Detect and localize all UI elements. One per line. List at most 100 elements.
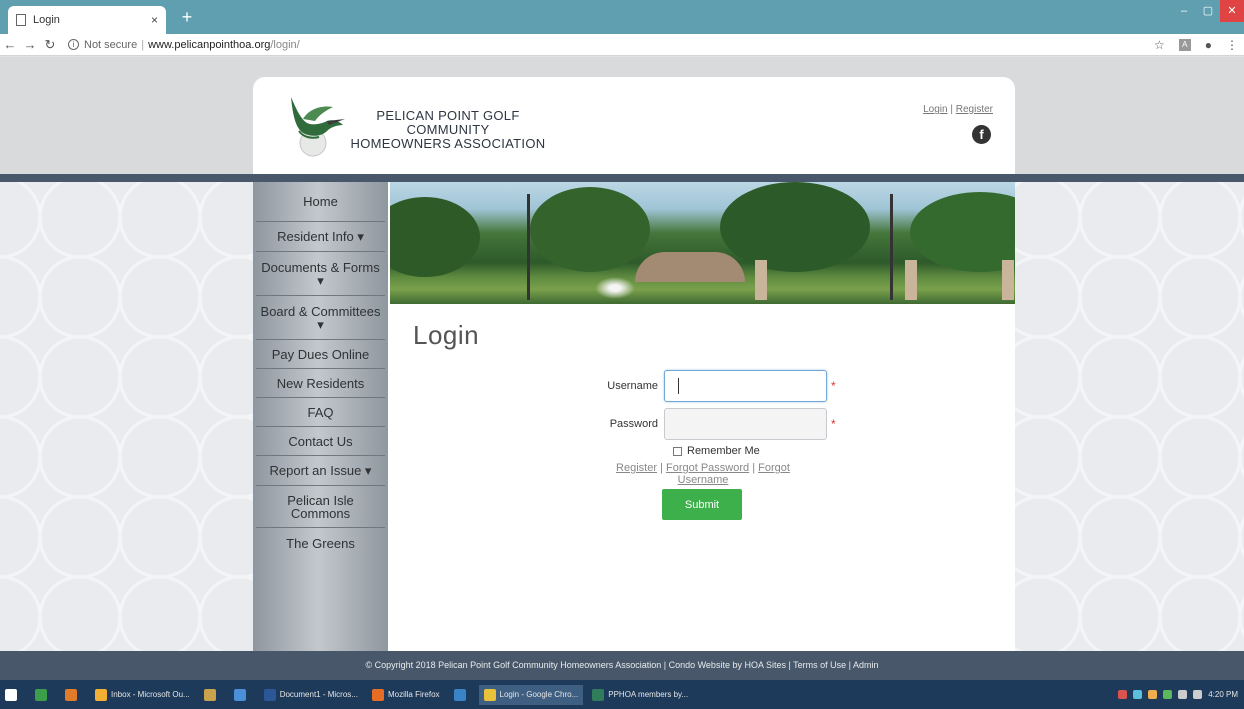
browser-tab-bar: Login × + – ▢ ✕: [0, 0, 1244, 34]
sidebar-item-pelican-isle-commons[interactable]: Pelican Isle Commons: [256, 486, 385, 528]
site-footer: © Copyright 2018 Pelican Point Golf Comm…: [0, 651, 1244, 680]
chrome-icon: [483, 688, 496, 701]
tray-icon[interactable]: [1163, 690, 1173, 699]
folder-icon: [203, 688, 216, 701]
outlook-icon: [95, 688, 107, 701]
taskbar-label: Document1 - Micros...: [279, 690, 358, 699]
facebook-icon[interactable]: f: [972, 125, 991, 144]
pelican-logo-icon[interactable]: [281, 91, 345, 157]
sidebar-item-pay-dues[interactable]: Pay Dues Online: [256, 340, 385, 369]
tray-icon[interactable]: [1118, 690, 1128, 699]
banner-tree: [910, 192, 1015, 272]
taskbar-item-chrome[interactable]: Login - Google Chro...: [478, 684, 584, 705]
sidebar-item-faq[interactable]: FAQ: [256, 398, 385, 427]
sidebar-item-resident-info[interactable]: Resident Info ▾: [256, 222, 385, 252]
browser-tab-login[interactable]: Login ×: [8, 6, 166, 34]
tab-close-icon[interactable]: ×: [151, 13, 158, 27]
forgot-password-link[interactable]: Forgot Password: [666, 462, 749, 474]
banner-tree: [720, 182, 870, 272]
url-domain: www.pelicanpointhoa.org: [148, 38, 271, 51]
main-content-area: Home Resident Info ▾ Documents & Forms ▾…: [253, 182, 1015, 652]
volume-icon[interactable]: [1193, 690, 1203, 699]
header-auth-links: Login | Register: [923, 104, 993, 115]
lamp-post: [890, 194, 893, 300]
sidebar-item-the-greens[interactable]: The Greens: [256, 528, 385, 558]
new-tab-button[interactable]: +: [176, 6, 198, 28]
banner-tree: [390, 197, 480, 277]
maximize-button[interactable]: ▢: [1196, 0, 1220, 22]
sidebar-item-report-issue[interactable]: Report an Issue ▾: [256, 456, 385, 486]
stone-pillar: [1002, 260, 1014, 300]
community-sign: [635, 252, 745, 282]
extension-icon[interactable]: A: [1178, 39, 1191, 51]
org-name-line1: PELICAN POINT GOLF COMMUNITY: [376, 108, 520, 137]
taskbar-pin[interactable]: [60, 685, 86, 705]
forward-arrow-icon[interactable]: →: [20, 37, 40, 52]
submit-button[interactable]: Submit: [662, 489, 742, 520]
tray-icon[interactable]: [1148, 690, 1158, 699]
tab-title: Login: [33, 14, 60, 26]
header-login-link[interactable]: Login: [923, 104, 947, 115]
register-link[interactable]: Register: [616, 462, 657, 474]
remember-me-label[interactable]: Remember Me: [687, 445, 760, 457]
community-banner-image: [390, 182, 1015, 304]
taskbar-label: Mozilla Firefox: [387, 690, 440, 699]
start-button[interactable]: [0, 685, 26, 705]
banner-tree: [530, 187, 650, 272]
window-controls: – ▢ ✕: [1172, 0, 1244, 22]
org-name-line2: HOMEOWNERS ASSOCIATION: [350, 136, 546, 151]
header-band: [0, 174, 1244, 182]
taskbar-pin[interactable]: [229, 685, 255, 705]
word-icon: [263, 688, 276, 701]
taskbar-item-word[interactable]: Document1 - Micros...: [259, 685, 363, 705]
stone-pillar: [755, 260, 767, 300]
info-icon[interactable]: i: [68, 39, 79, 50]
page-icon: [16, 14, 26, 26]
sidebar-item-board-committees[interactable]: Board & Committees ▾: [256, 296, 385, 340]
clock[interactable]: 4:20 PM: [1208, 690, 1238, 699]
back-arrow-icon[interactable]: ←: [0, 37, 20, 52]
bookmark-star-icon[interactable]: ☆: [1154, 38, 1165, 52]
app-icon: [592, 688, 605, 701]
password-row: Password *: [558, 408, 836, 440]
address-bar: ← → ↻ i Not secure | www.pelicanpointhoa…: [0, 34, 1244, 56]
remember-me-checkbox[interactable]: [673, 446, 682, 456]
ie-icon: [453, 688, 466, 701]
remember-me-row: Remember Me: [673, 445, 760, 457]
taskbar-label: Inbox - Microsoft Ou...: [111, 690, 190, 699]
taskbar-pin[interactable]: [30, 685, 56, 705]
link-separator: |: [660, 462, 663, 474]
sidebar-item-documents-forms[interactable]: Documents & Forms ▾: [256, 252, 385, 296]
header-register-link[interactable]: Register: [956, 104, 993, 115]
profile-icon[interactable]: ●: [1205, 38, 1212, 52]
password-input[interactable]: [664, 408, 827, 440]
url-path: /login/: [270, 38, 300, 51]
minimize-button[interactable]: –: [1172, 0, 1196, 22]
menu-kebab-icon[interactable]: ⋮: [1226, 38, 1238, 52]
account-links: Register | Forgot Password | Forgot User…: [593, 462, 813, 486]
sidebar-item-contact-us[interactable]: Contact Us: [256, 427, 385, 456]
taskbar-item-outlook[interactable]: Inbox - Microsoft Ou...: [90, 685, 195, 705]
firefox-icon: [371, 688, 384, 701]
reload-icon[interactable]: ↻: [40, 37, 60, 53]
username-input[interactable]: [664, 370, 827, 402]
sidebar-item-new-residents[interactable]: New Residents: [256, 369, 385, 398]
not-secure-label: Not secure: [84, 38, 138, 51]
sidebar-item-home[interactable]: Home: [256, 182, 385, 222]
taskbar-label: Login - Google Chro...: [499, 690, 579, 699]
system-tray: 4:20 PM: [1118, 680, 1238, 709]
web-page: PELICAN POINT GOLF COMMUNITY HOMEOWNERS …: [0, 57, 1244, 680]
taskbar-item-firefox[interactable]: Mozilla Firefox: [367, 685, 445, 705]
url-field[interactable]: i Not secure | www.pelicanpointhoa.org /…: [68, 39, 300, 51]
windows-start-icon: [5, 688, 17, 701]
address-bar-actions: ☆ A ● ⋮: [1154, 34, 1238, 56]
taskbar-pin[interactable]: [449, 685, 475, 705]
taskbar-item-pphoa[interactable]: PPHOA members by...: [587, 685, 693, 705]
fountain: [595, 277, 635, 299]
tray-icon[interactable]: [1133, 690, 1143, 699]
window-close-button[interactable]: ✕: [1220, 0, 1244, 22]
taskbar-pin[interactable]: [199, 685, 225, 705]
network-icon[interactable]: [1178, 690, 1188, 699]
sidebar-nav: Home Resident Info ▾ Documents & Forms ▾…: [253, 182, 388, 652]
password-label: Password: [609, 418, 658, 430]
